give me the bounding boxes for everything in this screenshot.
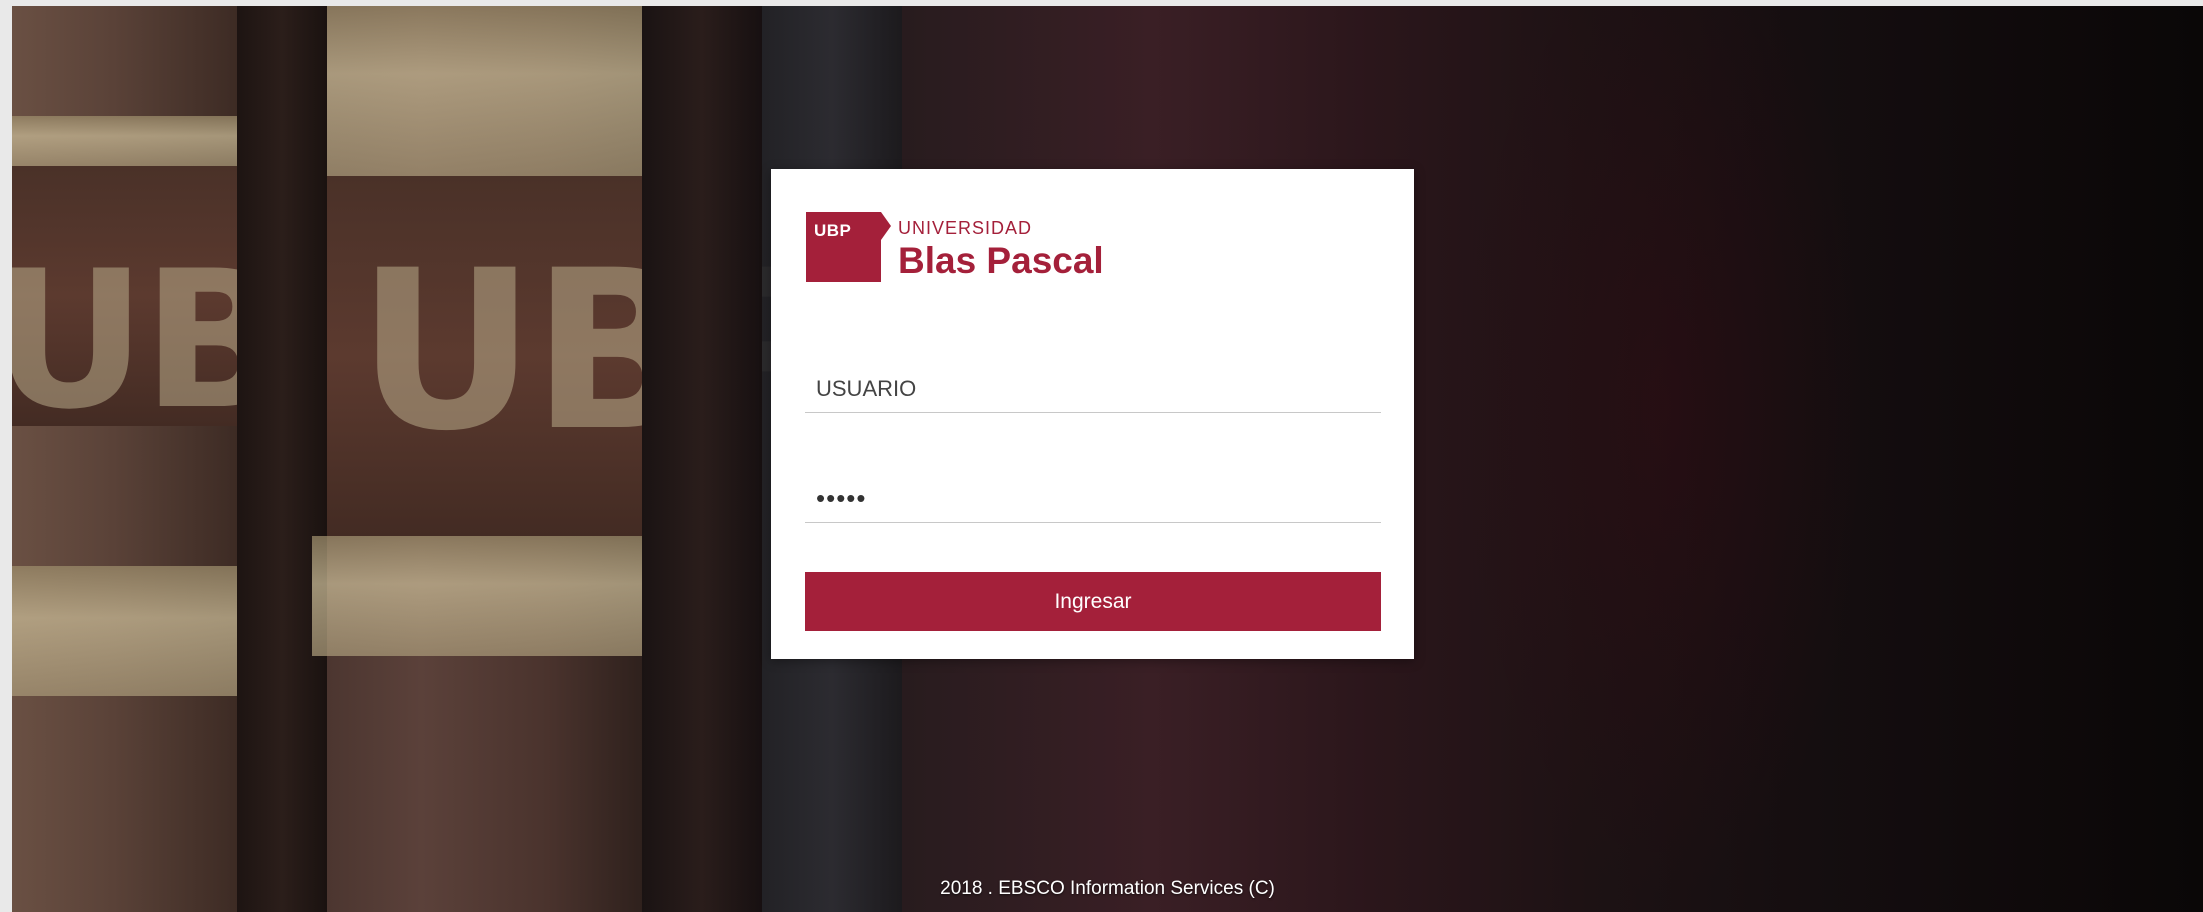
footer-copyright: 2018 . EBSCO Information Services (C) <box>940 878 1275 899</box>
book-spine-4 <box>642 6 762 912</box>
logo-abbreviation: UBP <box>814 221 852 240</box>
login-button[interactable]: Ingresar <box>805 572 1381 631</box>
password-input[interactable] <box>805 475 1381 523</box>
logo-top-line: UNIVERSIDAD <box>898 218 1033 238</box>
login-card: UBP UNIVERSIDAD Blas Pascal Ingresar <box>771 169 1414 659</box>
book-spine-band <box>327 6 642 176</box>
book-spine-band <box>312 536 642 656</box>
university-logo: UBP UNIVERSIDAD Blas Pascal <box>806 212 1126 282</box>
book-spine-2 <box>237 6 327 912</box>
book-spine-band <box>12 116 237 166</box>
logo-mark-notch <box>881 212 891 240</box>
username-input[interactable] <box>805 365 1381 413</box>
book-spine-band <box>12 566 237 696</box>
logo-main-line: Blas Pascal <box>898 240 1104 281</box>
